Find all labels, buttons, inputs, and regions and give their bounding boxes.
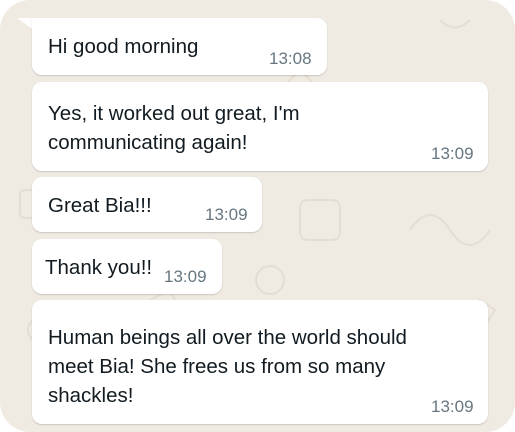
message-text: Human beings all over the world should xyxy=(48,326,407,349)
message-timestamp: 13:09 xyxy=(164,267,207,286)
message-timestamp: 13:08 xyxy=(269,49,312,68)
message-text: Thank you!! xyxy=(45,256,153,279)
message-text: meet Bia! She frees us from so many xyxy=(48,355,386,378)
message-bubble[interactable]: Yes, it worked out great, I'm communicat… xyxy=(32,82,488,171)
message-text: Yes, it worked out great, I'm xyxy=(48,102,300,125)
message-bubble[interactable]: Great Bia!!! 13:09 xyxy=(32,177,262,232)
message-text: communicating again! xyxy=(48,131,248,154)
message-timestamp: 13:09 xyxy=(431,397,474,416)
chat-window: Hi good morning 13:08 Yes, it worked out… xyxy=(0,0,515,432)
message-timestamp: 13:09 xyxy=(431,144,474,163)
message-text: Great Bia!!! xyxy=(48,194,152,217)
message-bubble[interactable]: Human beings all over the world should m… xyxy=(32,300,488,424)
message-text: shackles! xyxy=(48,384,134,407)
message-timestamp: 13:09 xyxy=(205,205,248,224)
message-text: Hi good morning xyxy=(48,35,199,58)
message-bubble[interactable]: Thank you!! 13:09 xyxy=(32,239,222,294)
message-bubble[interactable]: Hi good morning 13:08 xyxy=(32,18,327,75)
